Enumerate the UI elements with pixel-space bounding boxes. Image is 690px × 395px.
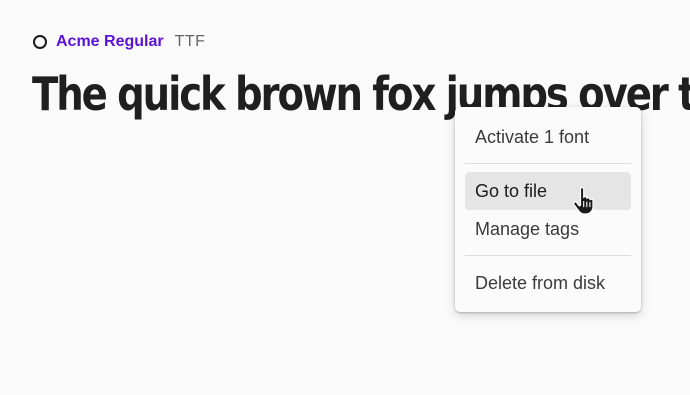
- menu-item-delete-from-disk[interactable]: Delete from disk: [465, 264, 631, 302]
- font-format-badge: TTF: [174, 33, 206, 50]
- menu-item-manage-tags[interactable]: Manage tags: [465, 210, 631, 248]
- font-name[interactable]: Acme Regular: [56, 33, 164, 51]
- menu-item-go-to-file[interactable]: Go to file: [465, 172, 631, 210]
- font-header: Acme Regular TTF: [33, 31, 205, 53]
- menu-separator: [465, 255, 631, 256]
- menu-separator: [465, 163, 631, 164]
- font-list-page: Acme Regular TTF The quick brown fox jum…: [0, 0, 690, 395]
- context-menu: Activate 1 font Go to file Manage tags D…: [455, 107, 641, 312]
- menu-item-activate-font[interactable]: Activate 1 font: [465, 118, 631, 156]
- activation-status-icon[interactable]: [33, 35, 47, 49]
